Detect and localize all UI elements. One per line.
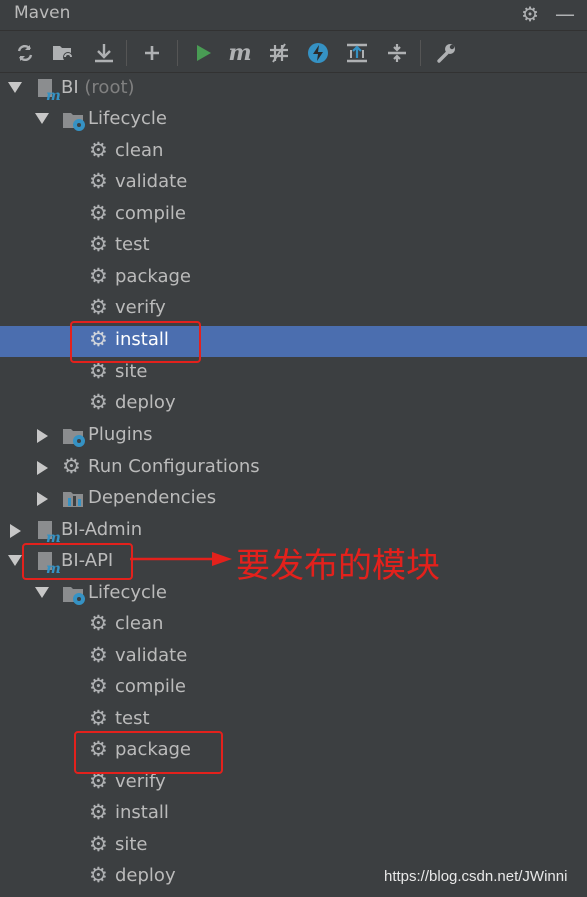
gear-icon: ⚙ <box>89 169 108 193</box>
download-icon[interactable] <box>91 40 117 66</box>
goal-item[interactable]: ⚙ compile <box>0 200 587 231</box>
maven-module-icon: m <box>38 79 60 101</box>
goal-item[interactable]: ⚙ clean <box>0 610 587 641</box>
collapsed-arrow-icon[interactable] <box>10 524 21 538</box>
minimize-icon[interactable]: — <box>555 3 575 25</box>
gear-icon: ⚙ <box>89 800 108 824</box>
collapsed-arrow-icon[interactable] <box>37 492 48 506</box>
collapse-all-icon[interactable] <box>384 40 410 66</box>
lifecycle-label: Lifecycle <box>88 582 167 603</box>
goal-label: clean <box>115 140 164 161</box>
goal-item[interactable]: ⚙ package <box>0 263 587 294</box>
goal-item[interactable]: ⚙ site <box>0 831 587 862</box>
run-configurations-label: Run Configurations <box>88 456 260 477</box>
module-name: BI-Admin <box>61 519 143 540</box>
goal-label: deploy <box>115 865 176 886</box>
gear-icon: ⚙ <box>89 643 108 667</box>
lifecycle-folder-icon <box>63 113 85 131</box>
tree-node-dependencies[interactable]: Dependencies <box>0 484 587 515</box>
add-icon[interactable] <box>139 40 165 66</box>
gear-icon[interactable]: ⚙ <box>521 3 539 25</box>
plugins-label: Plugins <box>88 424 153 445</box>
module-name: BI <box>61 77 79 98</box>
gear-icon: ⚙ <box>89 138 108 162</box>
dependencies-label: Dependencies <box>88 487 217 508</box>
maven-module-icon: m <box>38 521 60 543</box>
lifecycle-label: Lifecycle <box>88 108 167 129</box>
goal-label: compile <box>115 676 186 697</box>
maven-goal-icon[interactable]: m <box>227 40 253 66</box>
goal-item[interactable]: ⚙ validate <box>0 642 587 673</box>
highlight-box-install <box>70 321 201 363</box>
gear-icon: ⚙ <box>89 674 108 698</box>
reload-icon[interactable] <box>12 40 38 66</box>
goal-item[interactable]: ⚙ validate <box>0 168 587 199</box>
expand-arrow-icon[interactable] <box>8 82 22 93</box>
tree-node-root[interactable]: m BI (root) <box>0 74 587 105</box>
root-suffix: (root) <box>84 77 135 98</box>
goal-item[interactable]: ⚙ compile <box>0 673 587 704</box>
plugins-folder-icon <box>63 429 85 447</box>
tree-node-lifecycle[interactable]: Lifecycle <box>0 105 587 136</box>
gear-icon: ⚙ <box>89 295 108 319</box>
collapsed-arrow-icon[interactable] <box>37 461 48 475</box>
panel-title: Maven <box>14 3 71 23</box>
goal-label: verify <box>115 771 166 792</box>
svg-text:m: m <box>46 88 60 101</box>
gear-icon: ⚙ <box>89 863 108 887</box>
goal-label: test <box>115 708 150 729</box>
goal-label: verify <box>115 297 166 318</box>
expand-arrow-icon[interactable] <box>35 113 49 124</box>
goal-label: validate <box>115 645 188 666</box>
annotation-arrow-icon <box>130 552 232 566</box>
goal-label: test <box>115 234 150 255</box>
toggle-offline-icon[interactable] <box>266 40 292 66</box>
gear-icon: ⚙ <box>89 201 108 225</box>
goal-label: clean <box>115 613 164 634</box>
gear-icon: ⚙ <box>89 611 108 635</box>
goal-label: site <box>115 834 148 855</box>
tree-node-plugins[interactable]: Plugins <box>0 421 587 452</box>
goal-item[interactable]: ⚙ deploy <box>0 389 587 420</box>
goal-item[interactable]: ⚙ clean <box>0 137 587 168</box>
dependencies-icon <box>63 492 83 507</box>
expand-arrow-icon[interactable] <box>35 587 49 598</box>
goal-item[interactable]: ⚙ test <box>0 231 587 262</box>
tree-node-run-configurations[interactable]: ⚙ Run Configurations <box>0 453 587 484</box>
collapsed-arrow-icon[interactable] <box>37 429 48 443</box>
goal-label: site <box>115 361 148 382</box>
svg-text:m: m <box>46 530 60 543</box>
maven-toolbar: m <box>0 34 587 73</box>
goal-label: validate <box>115 171 188 192</box>
maven-tool-window-header: Maven ⚙ — <box>0 0 587 31</box>
goal-label: install <box>115 802 169 823</box>
skip-tests-icon[interactable] <box>305 40 331 66</box>
goal-item[interactable]: ⚙ install <box>0 799 587 830</box>
annotation-text: 要发布的模块 <box>236 546 440 586</box>
add-folder-icon[interactable] <box>50 40 76 66</box>
goal-label: deploy <box>115 392 176 413</box>
gear-icon: ⚙ <box>89 232 108 256</box>
watermark-text: https://blog.csdn.net/JWinni <box>384 868 568 885</box>
gear-icon: ⚙ <box>89 264 108 288</box>
expand-arrow-icon[interactable] <box>8 555 22 566</box>
gear-icon: ⚙ <box>89 706 108 730</box>
gear-icon: ⚙ <box>89 832 108 856</box>
run-icon[interactable] <box>190 40 216 66</box>
goal-label: package <box>115 266 191 287</box>
goal-label: compile <box>115 203 186 224</box>
highlight-box-module <box>22 543 133 580</box>
settings-wrench-icon[interactable] <box>433 40 459 66</box>
show-dependencies-icon[interactable] <box>344 40 370 66</box>
lifecycle-folder-icon <box>63 587 85 605</box>
gear-icon: ⚙ <box>89 390 108 414</box>
gear-icon: ⚙ <box>62 454 81 478</box>
highlight-box-package <box>74 731 223 774</box>
